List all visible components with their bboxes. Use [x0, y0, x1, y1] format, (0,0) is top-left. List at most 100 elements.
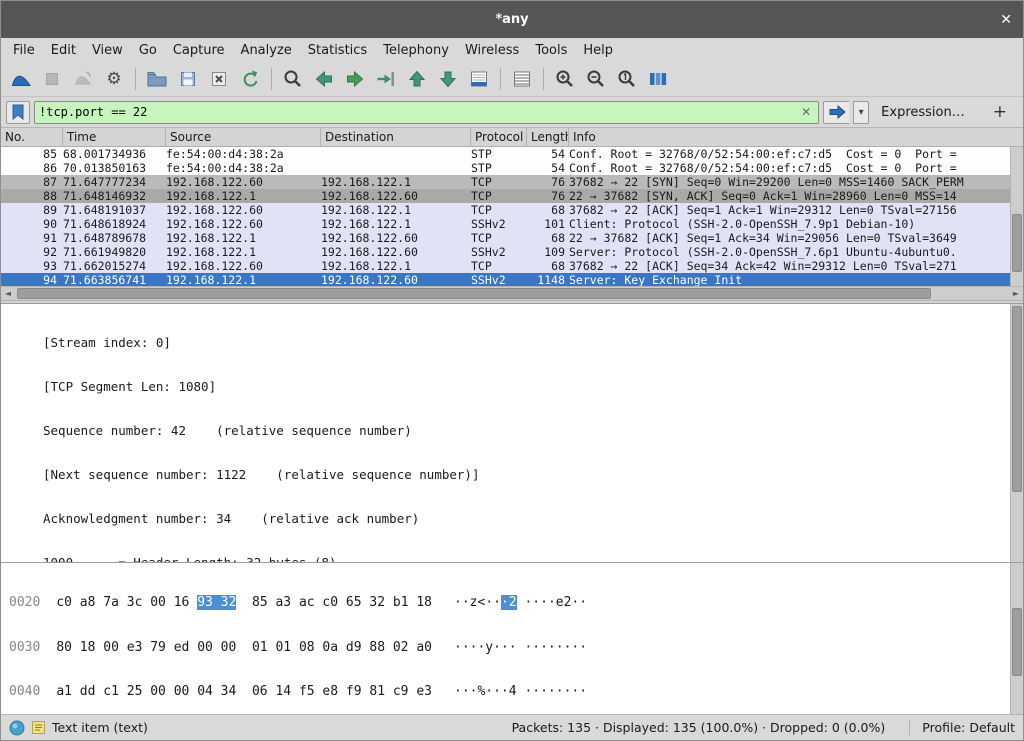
- file-close-button[interactable]: [204, 65, 234, 93]
- go-first-button[interactable]: [402, 65, 432, 93]
- menu-help[interactable]: Help: [575, 41, 621, 60]
- menu-capture[interactable]: Capture: [165, 41, 233, 60]
- detail-line[interactable]: [Stream index: 0]: [1, 336, 1010, 350]
- menu-view[interactable]: View: [84, 41, 131, 60]
- go-back-button[interactable]: [309, 65, 339, 93]
- packet-row[interactable]: 9271.661949820192.168.122.1192.168.122.6…: [1, 245, 1012, 259]
- scrollbar-thumb[interactable]: [1012, 306, 1022, 492]
- find-packet-button[interactable]: [278, 65, 308, 93]
- hex-dump-pane: 0020c0 a8 7a 3c 00 16 93 32 85 a3 ac c0 …: [1, 562, 1023, 714]
- expand-icon[interactable]: [27, 424, 43, 438]
- zoom-out-button[interactable]: [581, 65, 611, 93]
- menu-analyze[interactable]: Analyze: [233, 41, 300, 60]
- scrollbar-thumb[interactable]: [1012, 608, 1022, 676]
- colorize-button[interactable]: [507, 65, 537, 93]
- packet-row[interactable]: 9071.648618924192.168.122.60192.168.122.…: [1, 217, 1012, 231]
- menu-wireless[interactable]: Wireless: [457, 41, 527, 60]
- detail-line[interactable]: [TCP Segment Len: 1080]: [1, 380, 1010, 394]
- scrollbar-thumb[interactable]: [1012, 214, 1022, 272]
- column-header-destination[interactable]: Destination: [321, 128, 471, 146]
- hex-row[interactable]: 003080 18 00 e3 79 ed 00 00 01 01 08 0a …: [9, 641, 1010, 656]
- hex-bytes: 80 18 00 e3 79 ed 00 00 01 01 08 0a d9 8…: [56, 640, 432, 655]
- close-window-icon[interactable]: ✕: [1000, 1, 1012, 38]
- cell-length: 109: [527, 245, 569, 259]
- profile-label[interactable]: Profile: Default: [909, 720, 1015, 735]
- menu-go[interactable]: Go: [131, 41, 165, 60]
- packet-row[interactable]: 8771.647777234192.168.122.60192.168.122.…: [1, 175, 1012, 189]
- zoom-original-button[interactable]: [612, 65, 642, 93]
- resize-columns-button[interactable]: [643, 65, 673, 93]
- packet-row[interactable]: 8568.001734936fe:54:00:d4:38:2aSTP54Conf…: [1, 147, 1012, 161]
- packet-row[interactable]: 8670.013850163fe:54:00:d4:38:2aSTP54Conf…: [1, 161, 1012, 175]
- go-forward-button[interactable]: [340, 65, 370, 93]
- expand-icon[interactable]: [27, 468, 43, 482]
- scroll-right-icon[interactable]: ►: [1009, 289, 1023, 298]
- hex-row[interactable]: 0040a1 dd c1 25 00 00 04 34 06 14 f5 e8 …: [9, 685, 1010, 700]
- packet-row[interactable]: 8871.648146932192.168.122.1192.168.122.6…: [1, 189, 1012, 203]
- capture-start-button[interactable]: [6, 65, 36, 93]
- filter-clear-icon[interactable]: ✕: [798, 105, 814, 119]
- capture-restart-button[interactable]: [68, 65, 98, 93]
- cell-protocol: TCP: [471, 175, 527, 189]
- file-open-button[interactable]: [142, 65, 172, 93]
- packet-row-selected[interactable]: 9471.663856741192.168.122.1192.168.122.6…: [1, 273, 1012, 287]
- expand-icon[interactable]: [27, 380, 43, 394]
- capture-options-button[interactable]: ⚙: [99, 65, 129, 93]
- filter-bookmark-button[interactable]: [6, 101, 30, 124]
- cell-protocol: SSHv2: [471, 245, 527, 259]
- scrollbar-thumb[interactable]: [17, 288, 931, 299]
- go-to-packet-button[interactable]: [371, 65, 401, 93]
- packet-row[interactable]: 9171.648789678192.168.122.1192.168.122.6…: [1, 231, 1012, 245]
- add-filter-button[interactable]: +: [979, 102, 1017, 122]
- expression-button[interactable]: Expression…: [873, 105, 975, 120]
- filter-apply-button[interactable]: [823, 101, 849, 124]
- menu-statistics[interactable]: Statistics: [300, 41, 375, 60]
- packet-list-header: No. Time Source Destination Protocol Len…: [1, 128, 1023, 147]
- scrollbar-track[interactable]: [15, 287, 1009, 300]
- cell-no: 92: [1, 245, 63, 259]
- detail-line[interactable]: [Next sequence number: 1122 (relative se…: [1, 468, 1010, 482]
- cell-length: 54: [527, 161, 569, 175]
- hex-vscrollbar[interactable]: [1010, 563, 1023, 714]
- zoom-in-button[interactable]: [550, 65, 580, 93]
- expert-info-icon[interactable]: [9, 720, 25, 736]
- autoscroll-button[interactable]: [464, 65, 494, 93]
- details-vscrollbar[interactable]: [1010, 304, 1023, 562]
- reload-button[interactable]: [235, 65, 265, 93]
- packet-row[interactable]: 8971.648191037192.168.122.60192.168.122.…: [1, 203, 1012, 217]
- filter-dropdown-icon[interactable]: ▾: [853, 101, 869, 124]
- go-last-button[interactable]: [433, 65, 463, 93]
- column-header-time[interactable]: Time: [63, 128, 166, 146]
- capture-stop-button[interactable]: [37, 65, 67, 93]
- filter-input[interactable]: [39, 105, 798, 119]
- packet-list-hscrollbar[interactable]: ◄ ►: [1, 286, 1023, 300]
- detail-line[interactable]: Acknowledgment number: 34 (relative ack …: [1, 512, 1010, 526]
- file-save-button[interactable]: [173, 65, 203, 93]
- cell-source: 192.168.122.60: [166, 203, 321, 217]
- cell-protocol: STP: [471, 147, 527, 161]
- packet-rows: 8568.001734936fe:54:00:d4:38:2aSTP54Conf…: [1, 147, 1012, 287]
- menu-edit[interactable]: Edit: [43, 41, 84, 60]
- detail-line[interactable]: Sequence number: 42 (relative sequence n…: [1, 424, 1010, 438]
- hex-offset: 0040: [9, 684, 40, 699]
- scroll-left-icon[interactable]: ◄: [1, 289, 15, 298]
- search-icon: [282, 68, 304, 90]
- column-header-no[interactable]: No.: [1, 128, 63, 146]
- menu-telephony[interactable]: Telephony: [375, 41, 457, 60]
- expand-icon[interactable]: [27, 336, 43, 350]
- menu-file[interactable]: File: [5, 41, 43, 60]
- expand-icon[interactable]: [27, 512, 43, 526]
- hex-row[interactable]: 0020c0 a8 7a 3c 00 16 93 32 85 a3 ac c0 …: [9, 596, 1010, 611]
- packet-list-vscrollbar[interactable]: [1010, 147, 1023, 286]
- column-header-info[interactable]: Info: [569, 128, 1023, 146]
- cell-source: fe:54:00:d4:38:2a: [166, 147, 321, 161]
- packet-row[interactable]: 9371.662015274192.168.122.60192.168.122.…: [1, 259, 1012, 273]
- cell-time: 71.647777234: [63, 175, 166, 189]
- menu-tools[interactable]: Tools: [527, 41, 575, 60]
- capture-comment-icon[interactable]: [31, 720, 46, 735]
- column-header-protocol[interactable]: Protocol: [471, 128, 527, 146]
- cell-time: 68.001734936: [63, 147, 166, 161]
- column-header-source[interactable]: Source: [166, 128, 321, 146]
- column-header-length[interactable]: Length: [527, 128, 569, 146]
- cell-info: Client: Protocol (SSH-2.0-OpenSSH_7.9p1 …: [569, 217, 1012, 231]
